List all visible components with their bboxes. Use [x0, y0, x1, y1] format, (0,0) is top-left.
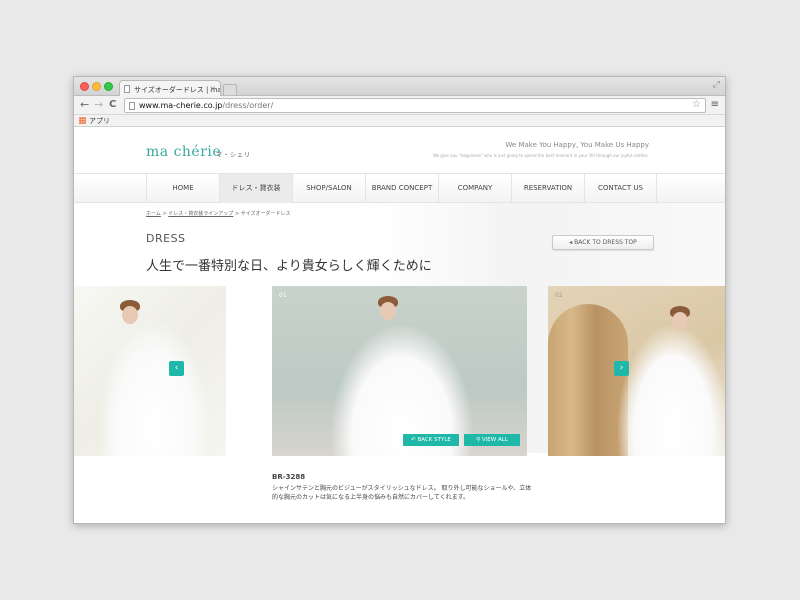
model-photo [380, 302, 396, 320]
forward-arrow-icon[interactable]: → [94, 98, 103, 112]
slide-next[interactable]: 02 [548, 286, 725, 456]
browser-toolbar: ← → C www.ma-cherie.co.jp/dress/order/ ☆… [74, 96, 725, 115]
nav-contact-us[interactable]: CONTACT US [584, 174, 657, 203]
product-code: BR-3288 [272, 473, 306, 481]
global-nav: HOME ドレス・貸衣装 SHOP/SALON BRAND CONCEPT CO… [74, 173, 725, 203]
url-host: www.ma-cherie.co.jp [139, 101, 223, 110]
fullscreen-icon[interactable]: ⤢ [713, 80, 720, 90]
nav-home[interactable]: HOME [146, 174, 219, 203]
slider-next-arrow-icon[interactable]: › [614, 361, 629, 376]
door-photo [548, 304, 628, 456]
back-style-button[interactable]: ↶ BACK STYLE [403, 434, 459, 446]
breadcrumb-separator: > [234, 211, 240, 217]
site-subtagline: We give you "happiness" who is just goin… [432, 153, 649, 158]
title-bar: サイズオーダードレス | ma × ⤢ [74, 77, 725, 96]
site-logo-kana: マ・シェリ [216, 152, 252, 159]
nav-shop-salon[interactable]: SHOP/SALON [292, 174, 365, 203]
menu-icon[interactable]: ≡ [711, 99, 719, 110]
nav-dress[interactable]: ドレス・貸衣装 [219, 174, 292, 203]
apps-grid-icon[interactable] [79, 117, 86, 124]
breadcrumb-home[interactable]: ホーム [146, 211, 161, 217]
web-page: ma chérie マ・シェリ We Make You Happy, You M… [74, 128, 725, 523]
address-bar[interactable]: www.ma-cherie.co.jp/dress/order/ ☆ [124, 98, 706, 113]
browser-window: サイズオーダードレス | ma × ⤢ ← → C www.ma-cherie.… [73, 76, 726, 524]
dress-slider: 01 ↶ BACK STYLE ⚲ VIEW ALL 02 ‹ › [74, 286, 725, 456]
slider-prev-arrow-icon[interactable]: ‹ [169, 361, 184, 376]
page-icon [124, 85, 130, 93]
page-headline: 人生で一番特別な日、より貴女らしく輝くために [146, 259, 432, 274]
reload-icon[interactable]: C [109, 98, 116, 112]
url-path: /dress/order/ [222, 101, 274, 110]
breadcrumb: ホーム > ドレス・貸衣装ラインアップ > サイズオーダードレス [146, 210, 291, 217]
breadcrumb-lineup[interactable]: ドレス・貸衣装ラインアップ [168, 211, 233, 217]
product-description: シャインサテンと胸元のビジューがスタイリッシュなドレス。 取り外し可能なショール… [272, 485, 532, 501]
close-window-button[interactable] [80, 82, 89, 91]
bookmarks-bar: アプリ [74, 115, 725, 127]
bookmark-apps[interactable]: アプリ [89, 116, 110, 126]
dress-photo [99, 321, 209, 456]
view-all-button[interactable]: ⚲ VIEW ALL [464, 434, 520, 446]
minimize-window-button[interactable] [92, 82, 101, 91]
zoom-window-button[interactable] [104, 82, 113, 91]
nav-brand-concept[interactable]: BRAND CONCEPT [365, 174, 438, 203]
nav-reservation[interactable]: RESERVATION [511, 174, 584, 203]
dress-photo [618, 326, 725, 456]
site-logo[interactable]: ma chérie [146, 144, 221, 160]
slide-number: 02 [555, 292, 563, 299]
bookmark-star-icon[interactable]: ☆ [692, 99, 701, 110]
section-label: DRESS [146, 232, 186, 245]
nav-company[interactable]: COMPANY [438, 174, 511, 203]
tab-close-icon[interactable]: × [209, 84, 216, 93]
new-tab-button[interactable] [223, 84, 237, 95]
page-icon [129, 102, 135, 110]
slide-number: 01 [279, 292, 287, 299]
back-arrow-icon[interactable]: ← [80, 98, 89, 112]
model-photo [672, 312, 688, 330]
back-to-dress-top-button[interactable]: ◂ BACK TO DRESS TOP [552, 235, 654, 250]
slide-previous[interactable] [74, 286, 226, 456]
model-photo [122, 306, 138, 324]
browser-tab[interactable]: サイズオーダードレス | ma × [119, 80, 221, 96]
slide-current[interactable]: 01 ↶ BACK STYLE ⚲ VIEW ALL [272, 286, 527, 456]
breadcrumb-current: サイズオーダードレス [240, 211, 291, 217]
breadcrumb-separator: > [162, 211, 167, 217]
site-tagline: We Make You Happy, You Make Us Happy [505, 141, 649, 149]
tab-title: サイズオーダードレス | ma [134, 86, 221, 94]
